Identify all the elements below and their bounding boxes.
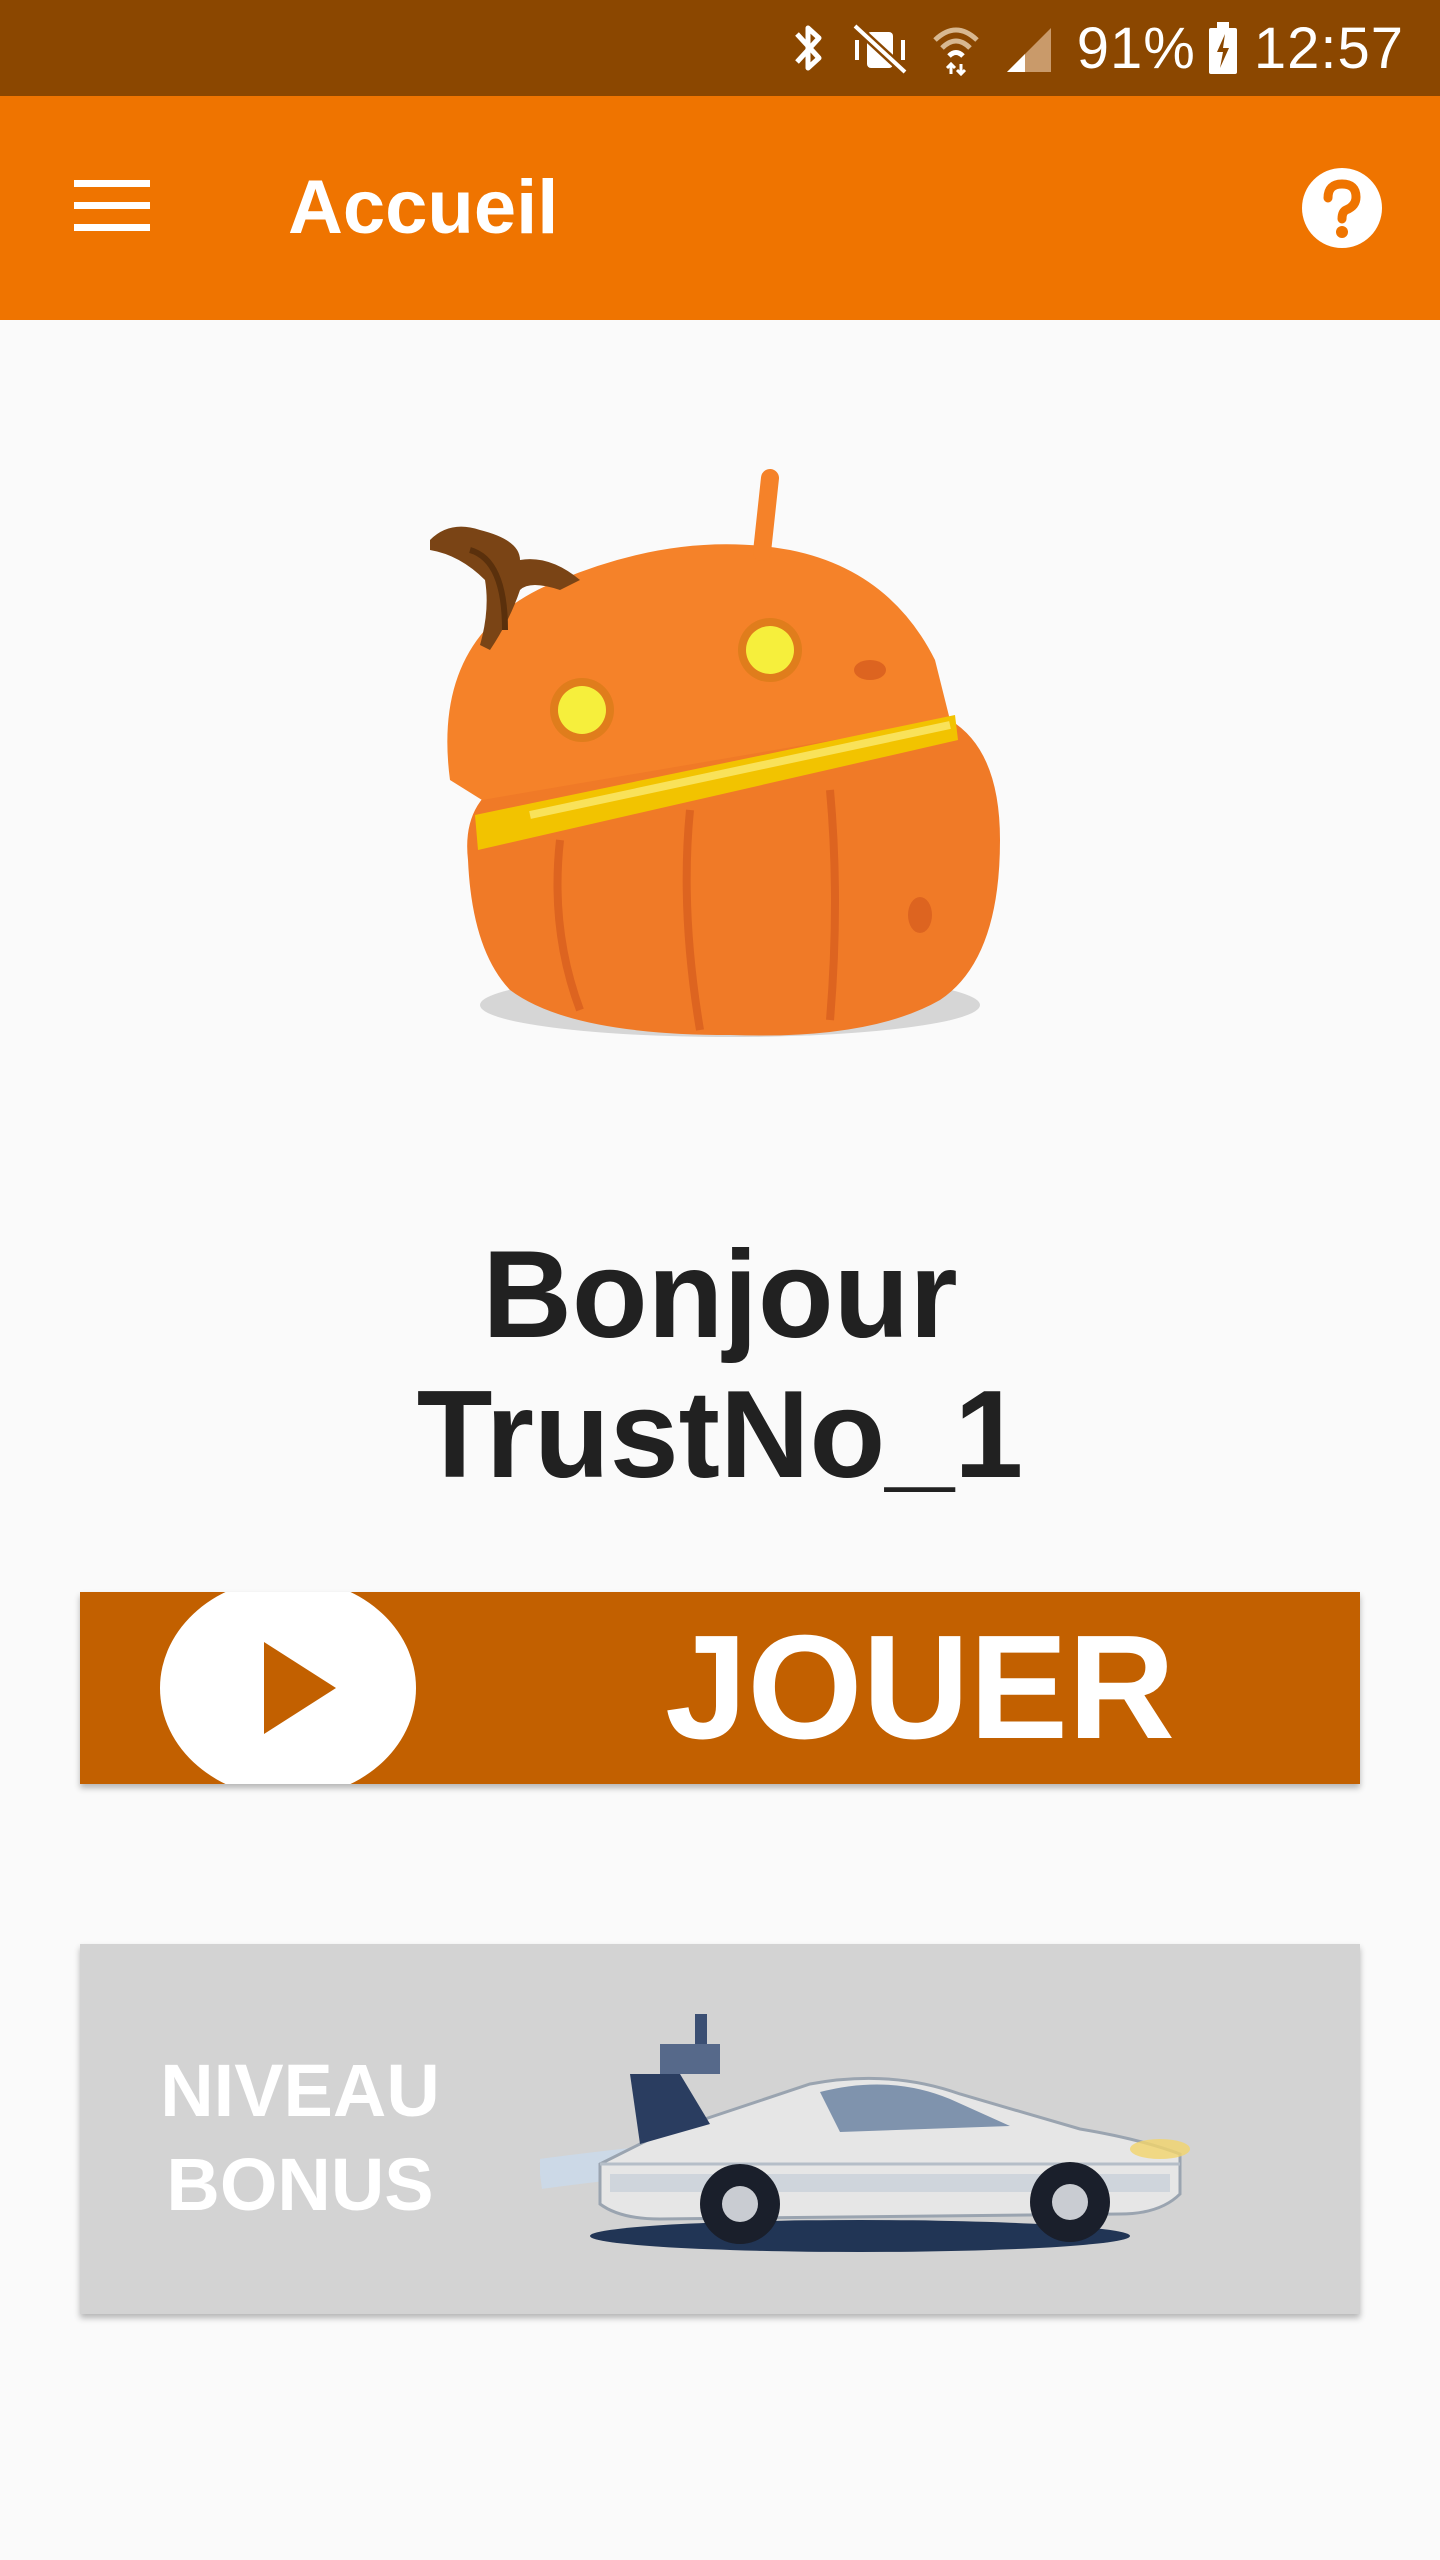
play-icon [160,1592,416,1784]
bonus-label: NIVEAU BONUS [140,2044,460,2232]
vibrate-off-icon [851,18,909,78]
battery-percentage: 91% [1076,15,1196,81]
delorean-car-image [538,2014,1280,2274]
greeting: Bonjour TrustNo_1 [0,1225,1440,1505]
help-button[interactable] [1300,166,1384,250]
hamburger-menu-icon [74,178,150,239]
android-pumpkin-mascot [410,460,1010,1080]
status-bar: 91% 12:57 [0,0,1440,96]
bluetooth-icon [789,18,829,78]
bonus-level-button[interactable]: NIVEAU BONUS [80,1944,1360,2314]
page-title: Accueil [288,165,559,250]
greeting-username: TrustNo_1 [416,1366,1024,1504]
battery-icon [1206,18,1240,78]
menu-button[interactable] [60,168,164,248]
play-label: JOUER [665,1605,1175,1770]
play-button[interactable]: JOUER [80,1592,1360,1784]
app-bar: Accueil [0,96,1440,320]
clock: 12:57 [1253,15,1404,81]
bonus-label-line-2: BONUS [166,2143,434,2226]
bonus-label-line-1: NIVEAU [160,2049,440,2132]
wifi-icon [931,18,981,78]
greeting-line-1: Bonjour [482,1226,958,1364]
help-icon [1300,168,1384,254]
signal-icon [1003,18,1055,78]
